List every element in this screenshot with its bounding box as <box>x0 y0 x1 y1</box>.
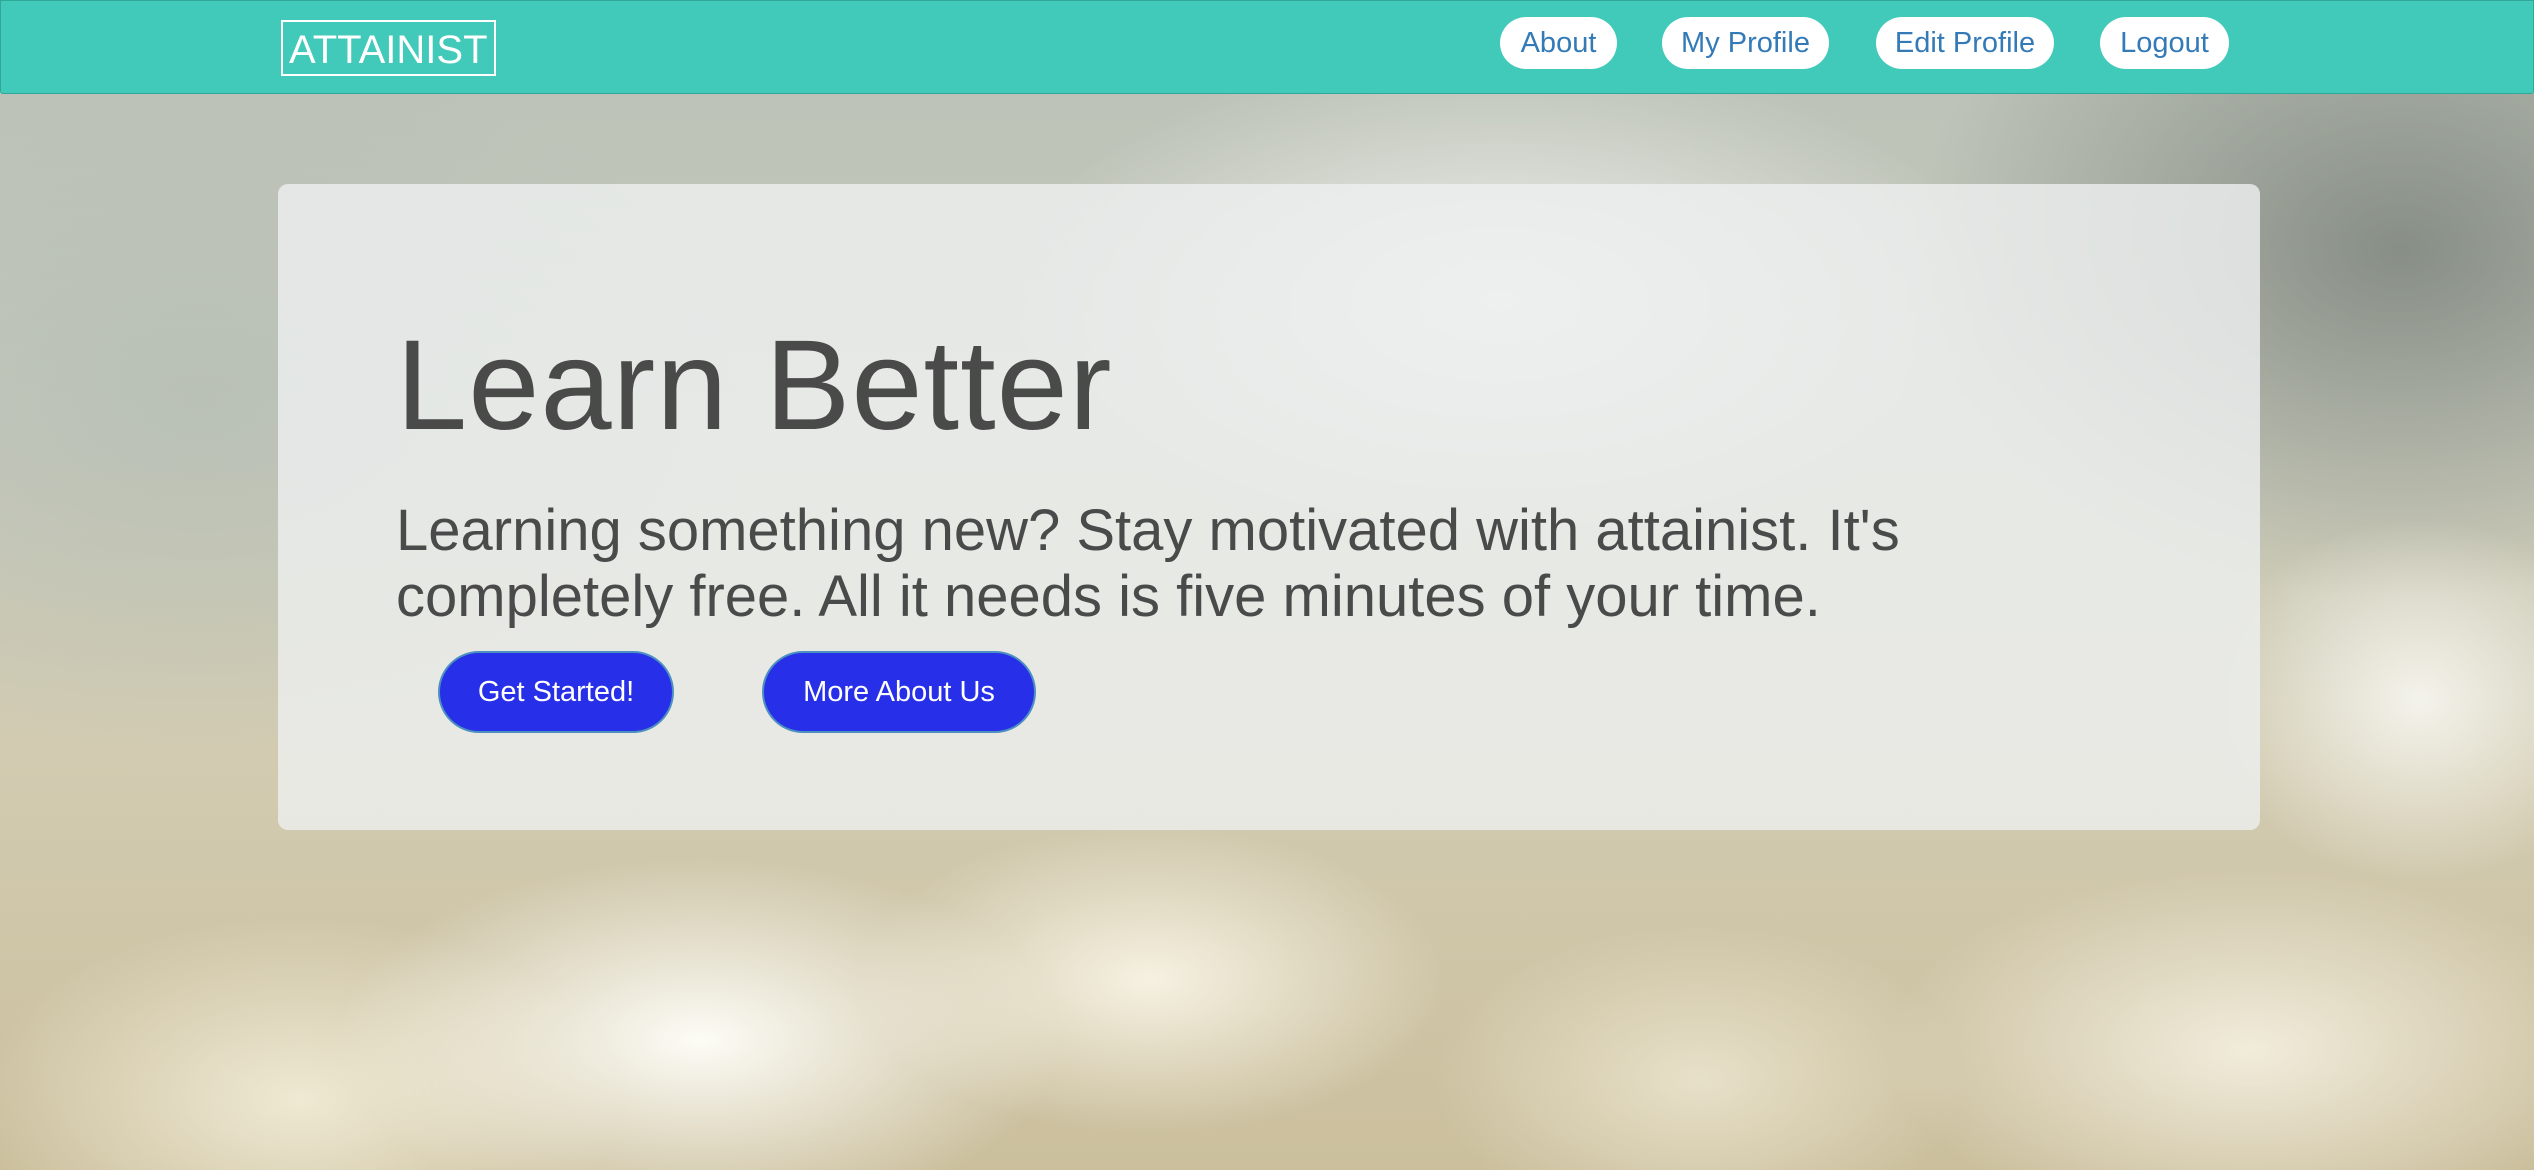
nav-link-logout[interactable]: Logout <box>2100 17 2229 69</box>
navbar: ATTAINIST About My Profile Edit Profile … <box>0 0 2534 94</box>
hero-panel: Learn Better Learning something new? Sta… <box>278 184 2260 830</box>
nav-link-edit-profile[interactable]: Edit Profile <box>1876 17 2054 69</box>
get-started-button[interactable]: Get Started! <box>438 651 674 733</box>
nav-link-about[interactable]: About <box>1500 17 1617 69</box>
more-about-us-button[interactable]: More About Us <box>762 651 1036 733</box>
brand-logo[interactable]: ATTAINIST <box>281 20 496 76</box>
hero-subtitle: Learning something new? Stay motivated w… <box>396 498 1900 629</box>
hero-title: Learn Better <box>396 314 1113 457</box>
nav-link-my-profile[interactable]: My Profile <box>1662 17 1829 69</box>
